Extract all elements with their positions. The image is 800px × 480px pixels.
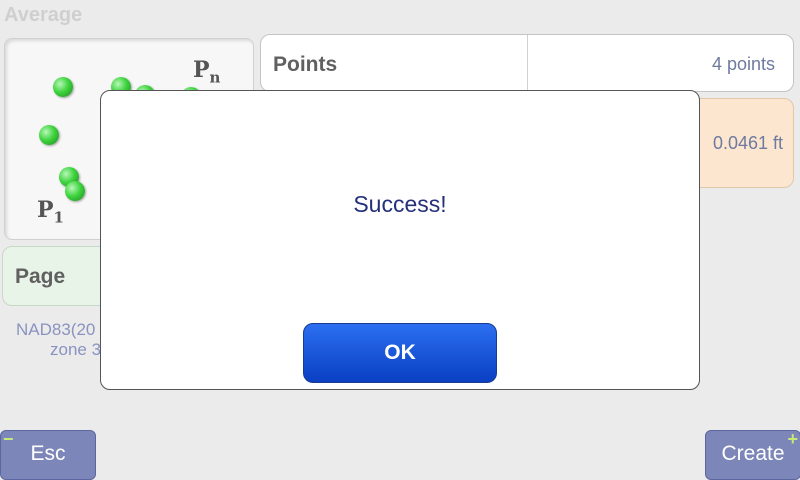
minus-icon: − xyxy=(3,429,14,449)
coordinate-system-line2: zone 3 xyxy=(50,340,102,359)
row-divider xyxy=(527,35,528,91)
ok-button[interactable]: OK xyxy=(303,323,497,383)
precision-value: 0.0461 ft xyxy=(712,133,783,153)
page-label: Page xyxy=(15,265,66,288)
label-p-n: Pn xyxy=(193,57,221,87)
point-dot xyxy=(39,125,59,145)
screen-title: Average xyxy=(4,4,83,26)
success-dialog: Success! OK xyxy=(100,90,700,390)
point-dot xyxy=(53,77,73,97)
point-dot xyxy=(65,181,85,201)
esc-button[interactable]: − Esc xyxy=(0,430,96,480)
coordinate-system-line1: NAD83(20 xyxy=(16,320,96,339)
dialog-message: Success! xyxy=(353,191,447,217)
create-label: Create xyxy=(721,442,785,465)
plus-icon: + xyxy=(787,429,798,449)
esc-label: Esc xyxy=(30,442,66,465)
points-value: 4 points xyxy=(711,54,775,74)
label-p-1: P1 xyxy=(37,197,64,227)
points-row[interactable]: Points 4 points xyxy=(260,34,794,92)
create-button[interactable]: + Create xyxy=(705,430,800,480)
points-label: Points xyxy=(273,53,338,76)
